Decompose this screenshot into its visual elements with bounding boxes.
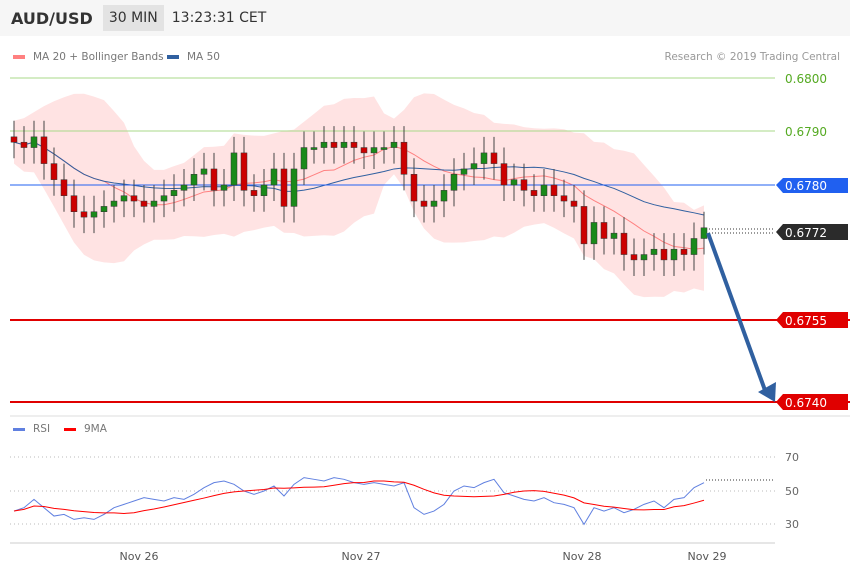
candle [40, 136, 48, 164]
bollinger-bands [13, 93, 705, 298]
rsi-tick: 30 [785, 518, 799, 531]
candle [50, 163, 58, 180]
rsi-pane: 70 50 30 [10, 451, 799, 531]
candle [530, 190, 538, 196]
candle [540, 184, 548, 196]
level-label-s2: 0.6740 [785, 396, 827, 410]
candle [400, 141, 408, 175]
rsi-line [13, 477, 705, 526]
candle [260, 184, 268, 196]
candle [660, 248, 668, 261]
candle [580, 206, 588, 245]
candle [560, 195, 568, 202]
rsi-ma9-line [13, 480, 705, 514]
candle [550, 184, 558, 196]
price-chart[interactable]: 0.6800 0.6790 0.6780 0.6772 0.6755 0.674… [0, 0, 850, 576]
candle [200, 168, 208, 175]
candle [390, 141, 398, 148]
candle [10, 136, 18, 143]
candle [570, 200, 578, 207]
candle [700, 227, 708, 239]
candle [620, 232, 628, 255]
x-label: Nov 26 [120, 550, 159, 563]
candle [510, 179, 518, 186]
candle [20, 141, 28, 148]
candle [370, 147, 378, 154]
candle [150, 200, 158, 207]
candle [420, 200, 428, 207]
candle [380, 147, 388, 150]
x-label: Nov 28 [563, 550, 602, 563]
candle [270, 168, 278, 186]
candle [30, 136, 38, 148]
candle [630, 254, 638, 261]
candle [160, 195, 168, 202]
candle [290, 168, 298, 207]
candle [310, 147, 318, 150]
candle [140, 200, 148, 207]
candle [350, 141, 358, 148]
candle [480, 152, 488, 164]
candle [120, 195, 128, 202]
candle [250, 190, 258, 196]
bollinger-fill [14, 93, 704, 298]
rsi-tick: 70 [785, 451, 799, 464]
candle [410, 174, 418, 202]
candle [690, 238, 698, 255]
candle [520, 179, 528, 191]
candle [240, 152, 248, 191]
candle [70, 195, 78, 212]
x-label: Nov 27 [342, 550, 381, 563]
candle [180, 184, 188, 191]
candle [220, 184, 228, 191]
candle [320, 141, 328, 148]
candle [90, 211, 98, 218]
candle [110, 200, 118, 207]
candle [680, 248, 688, 255]
candle [590, 222, 598, 245]
x-label: Nov 29 [688, 550, 727, 563]
candle [60, 179, 68, 196]
candle [500, 163, 508, 186]
level-label-last: 0.6772 [785, 226, 827, 240]
candle [280, 168, 288, 207]
candle [170, 190, 178, 196]
candle [80, 211, 88, 218]
candle [670, 248, 678, 261]
candle [340, 141, 348, 148]
candle [470, 163, 478, 170]
candle [440, 190, 448, 202]
level-label-pivot: 0.6780 [785, 179, 827, 193]
level-label-r1: 0.6790 [785, 125, 827, 139]
candle [450, 174, 458, 191]
candle [230, 152, 238, 186]
candle [100, 206, 108, 212]
candle [430, 200, 438, 207]
candle [600, 222, 608, 239]
candle [300, 147, 308, 170]
candle [460, 168, 468, 175]
candle [190, 174, 198, 186]
candle [650, 248, 658, 255]
candle [130, 195, 138, 202]
forecast-arrow-icon [706, 232, 776, 402]
candle [210, 168, 218, 191]
candle [360, 147, 368, 154]
rsi-tick: 50 [785, 485, 799, 498]
level-label-s1: 0.6755 [785, 314, 827, 328]
candle [330, 141, 338, 148]
candle [640, 254, 648, 261]
candle [490, 152, 498, 164]
candle [610, 232, 618, 239]
level-label-r2: 0.6800 [785, 72, 827, 86]
